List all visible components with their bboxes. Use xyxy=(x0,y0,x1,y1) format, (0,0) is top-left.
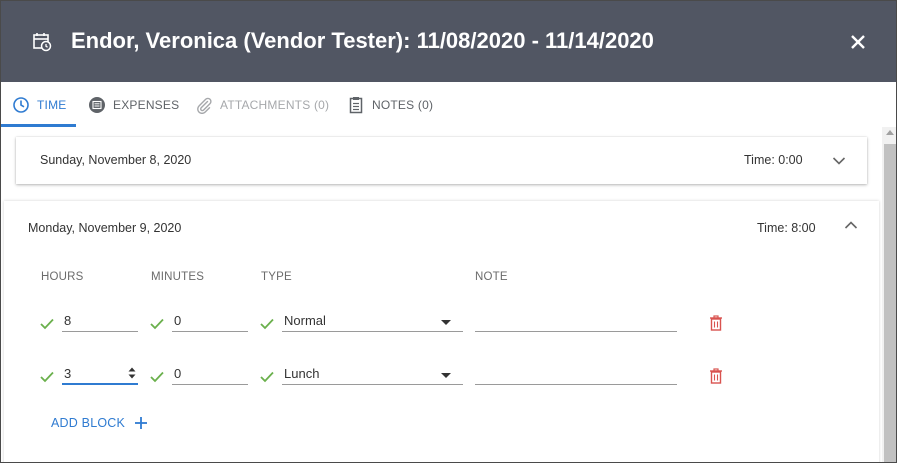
dialog-title: Endor, Veronica (Vendor Tester): 11/08/2… xyxy=(71,28,654,53)
column-header-minutes: MINUTES xyxy=(151,271,205,283)
receipt-icon xyxy=(89,96,105,113)
dialog-header: Endor, Veronica (Vendor Tester): 11/08/2… xyxy=(1,1,896,82)
chevron-down-icon[interactable] xyxy=(832,156,846,166)
check-icon xyxy=(150,318,164,330)
tab-expenses[interactable]: EXPENSES xyxy=(88,82,179,127)
note-input[interactable] xyxy=(475,363,677,385)
type-select[interactable]: Normal xyxy=(282,310,463,332)
delete-icon[interactable] xyxy=(709,368,723,384)
check-icon xyxy=(260,318,274,330)
day-date: Sunday, November 8, 2020 xyxy=(40,153,192,167)
check-icon xyxy=(40,318,54,330)
scrollbar-thumb[interactable] xyxy=(884,144,896,462)
tab-expenses-label: EXPENSES xyxy=(113,97,180,112)
paperclip-icon xyxy=(197,97,212,114)
spinner-icon[interactable] xyxy=(128,367,136,379)
check-icon xyxy=(260,371,274,383)
day-card-sunday[interactable]: Sunday, November 8, 2020 Time: 0:00 xyxy=(16,137,867,184)
dropdown-arrow-icon xyxy=(441,373,451,378)
minutes-input[interactable]: 0 xyxy=(172,310,248,332)
day-total-time: Time: 8:00 xyxy=(757,221,816,235)
timesheet-icon xyxy=(33,33,52,52)
notes-icon xyxy=(349,96,363,113)
day-date: Monday, November 9, 2020 xyxy=(28,221,182,235)
minutes-input[interactable]: 0 xyxy=(172,363,248,385)
note-input[interactable] xyxy=(475,310,677,332)
chevron-up-icon[interactable] xyxy=(844,220,858,230)
add-block-button[interactable]: ADD BLOCK xyxy=(51,416,148,430)
scroll-up-arrow-icon[interactable] xyxy=(886,130,894,135)
hours-input[interactable]: 8 xyxy=(62,310,138,332)
day-card-monday: Monday, November 9, 2020 Time: 8:00 HOUR… xyxy=(4,201,879,462)
hours-input[interactable]: 3 xyxy=(62,363,138,385)
tab-notes[interactable]: NOTES (0) xyxy=(347,82,433,127)
close-icon[interactable] xyxy=(847,31,869,53)
vertical-scrollbar[interactable] xyxy=(882,127,896,462)
tab-time[interactable]: TIME xyxy=(1,82,76,127)
day-total-time: Time: 0:00 xyxy=(744,153,803,167)
delete-icon[interactable] xyxy=(709,315,723,331)
type-select[interactable]: Lunch xyxy=(282,363,463,385)
dropdown-arrow-icon xyxy=(441,320,451,325)
column-header-type: TYPE xyxy=(261,271,292,283)
column-header-hours: HOURS xyxy=(41,271,84,283)
column-header-note: NOTE xyxy=(475,271,508,283)
hours-input-value: 3 xyxy=(64,366,72,381)
check-icon xyxy=(40,371,54,383)
tab-notes-label: NOTES (0) xyxy=(372,97,434,112)
clock-icon xyxy=(13,96,29,113)
tab-bar: TIME EXPENSES ATTACHMENTS (0) NOTES (0) xyxy=(1,82,896,127)
check-icon xyxy=(150,371,164,383)
type-select-value: Normal xyxy=(284,313,326,328)
timesheet-dialog: Endor, Veronica (Vendor Tester): 11/08/2… xyxy=(0,0,897,463)
type-select-value: Lunch xyxy=(284,366,320,381)
tab-attachments-label: ATTACHMENTS (0) xyxy=(220,97,330,112)
plus-icon xyxy=(135,417,148,429)
time-content: Sunday, November 8, 2020 Time: 0:00 Mond… xyxy=(1,127,882,462)
tab-attachments[interactable]: ATTACHMENTS (0) xyxy=(195,82,329,127)
tab-time-label: TIME xyxy=(37,97,67,112)
add-block-label: ADD BLOCK xyxy=(51,416,126,430)
